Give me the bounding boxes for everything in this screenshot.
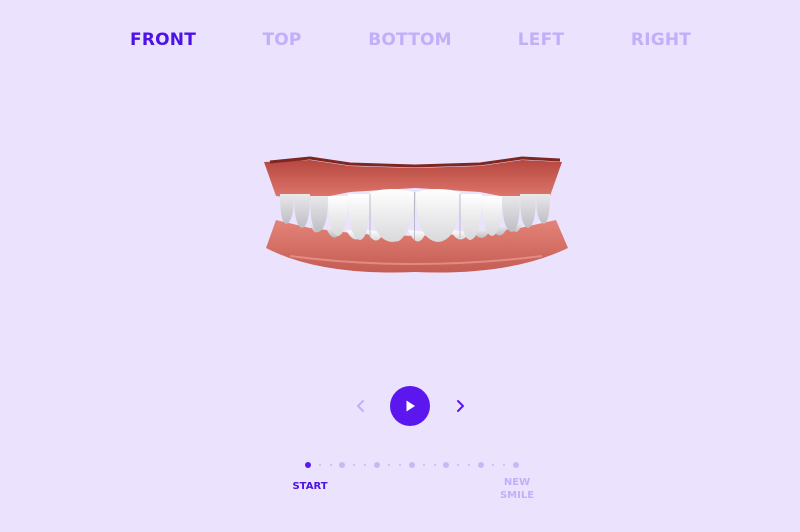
chevron-left-icon	[357, 400, 364, 412]
timeline-tick	[353, 464, 355, 466]
timeline-tick	[492, 464, 494, 466]
play-button[interactable]	[390, 386, 430, 426]
timeline-step-4[interactable]	[409, 462, 415, 468]
timeline-tick	[319, 464, 321, 466]
timeline-end-label-line1: NEW	[503, 477, 531, 488]
timeline-tick	[503, 464, 505, 466]
next-step-button[interactable]	[451, 397, 469, 415]
view-tabs: FRONT TOP BOTTOM LEFT RIGHT	[0, 28, 800, 54]
play-icon	[406, 400, 415, 412]
timeline-step-7[interactable]	[513, 462, 519, 468]
timeline-tick	[399, 464, 401, 466]
previous-step-button[interactable]	[352, 397, 370, 415]
timeline-tick	[423, 464, 425, 466]
tab-front[interactable]: FRONT	[130, 28, 196, 52]
timeline-step-5[interactable]	[443, 462, 449, 468]
timeline-tick	[468, 464, 470, 466]
timeline-tick	[330, 464, 332, 466]
chevron-right-icon	[457, 400, 464, 412]
timeline-tick	[364, 464, 366, 466]
player-controls	[0, 385, 800, 427]
timeline-end-label: NEW SMILE	[500, 476, 534, 502]
tab-bottom[interactable]: BOTTOM	[368, 28, 452, 52]
timeline-step-2[interactable]	[339, 462, 345, 468]
timeline-start-label: START	[292, 481, 328, 492]
timeline-tick	[434, 464, 436, 466]
tab-top[interactable]: TOP	[262, 28, 301, 52]
treatment-timeline	[0, 458, 800, 472]
tab-right[interactable]: RIGHT	[631, 28, 691, 52]
teeth-model-illustration	[264, 156, 568, 273]
timeline-step-6[interactable]	[478, 462, 484, 468]
teeth-model-viewer[interactable]	[250, 148, 580, 278]
tab-left[interactable]: LEFT	[518, 28, 564, 52]
timeline-tick	[388, 464, 390, 466]
timeline-step-1[interactable]	[305, 462, 311, 468]
timeline-tick	[457, 464, 459, 466]
timeline-step-3[interactable]	[374, 462, 380, 468]
timeline-end-label-line2: SMILE	[499, 490, 535, 501]
